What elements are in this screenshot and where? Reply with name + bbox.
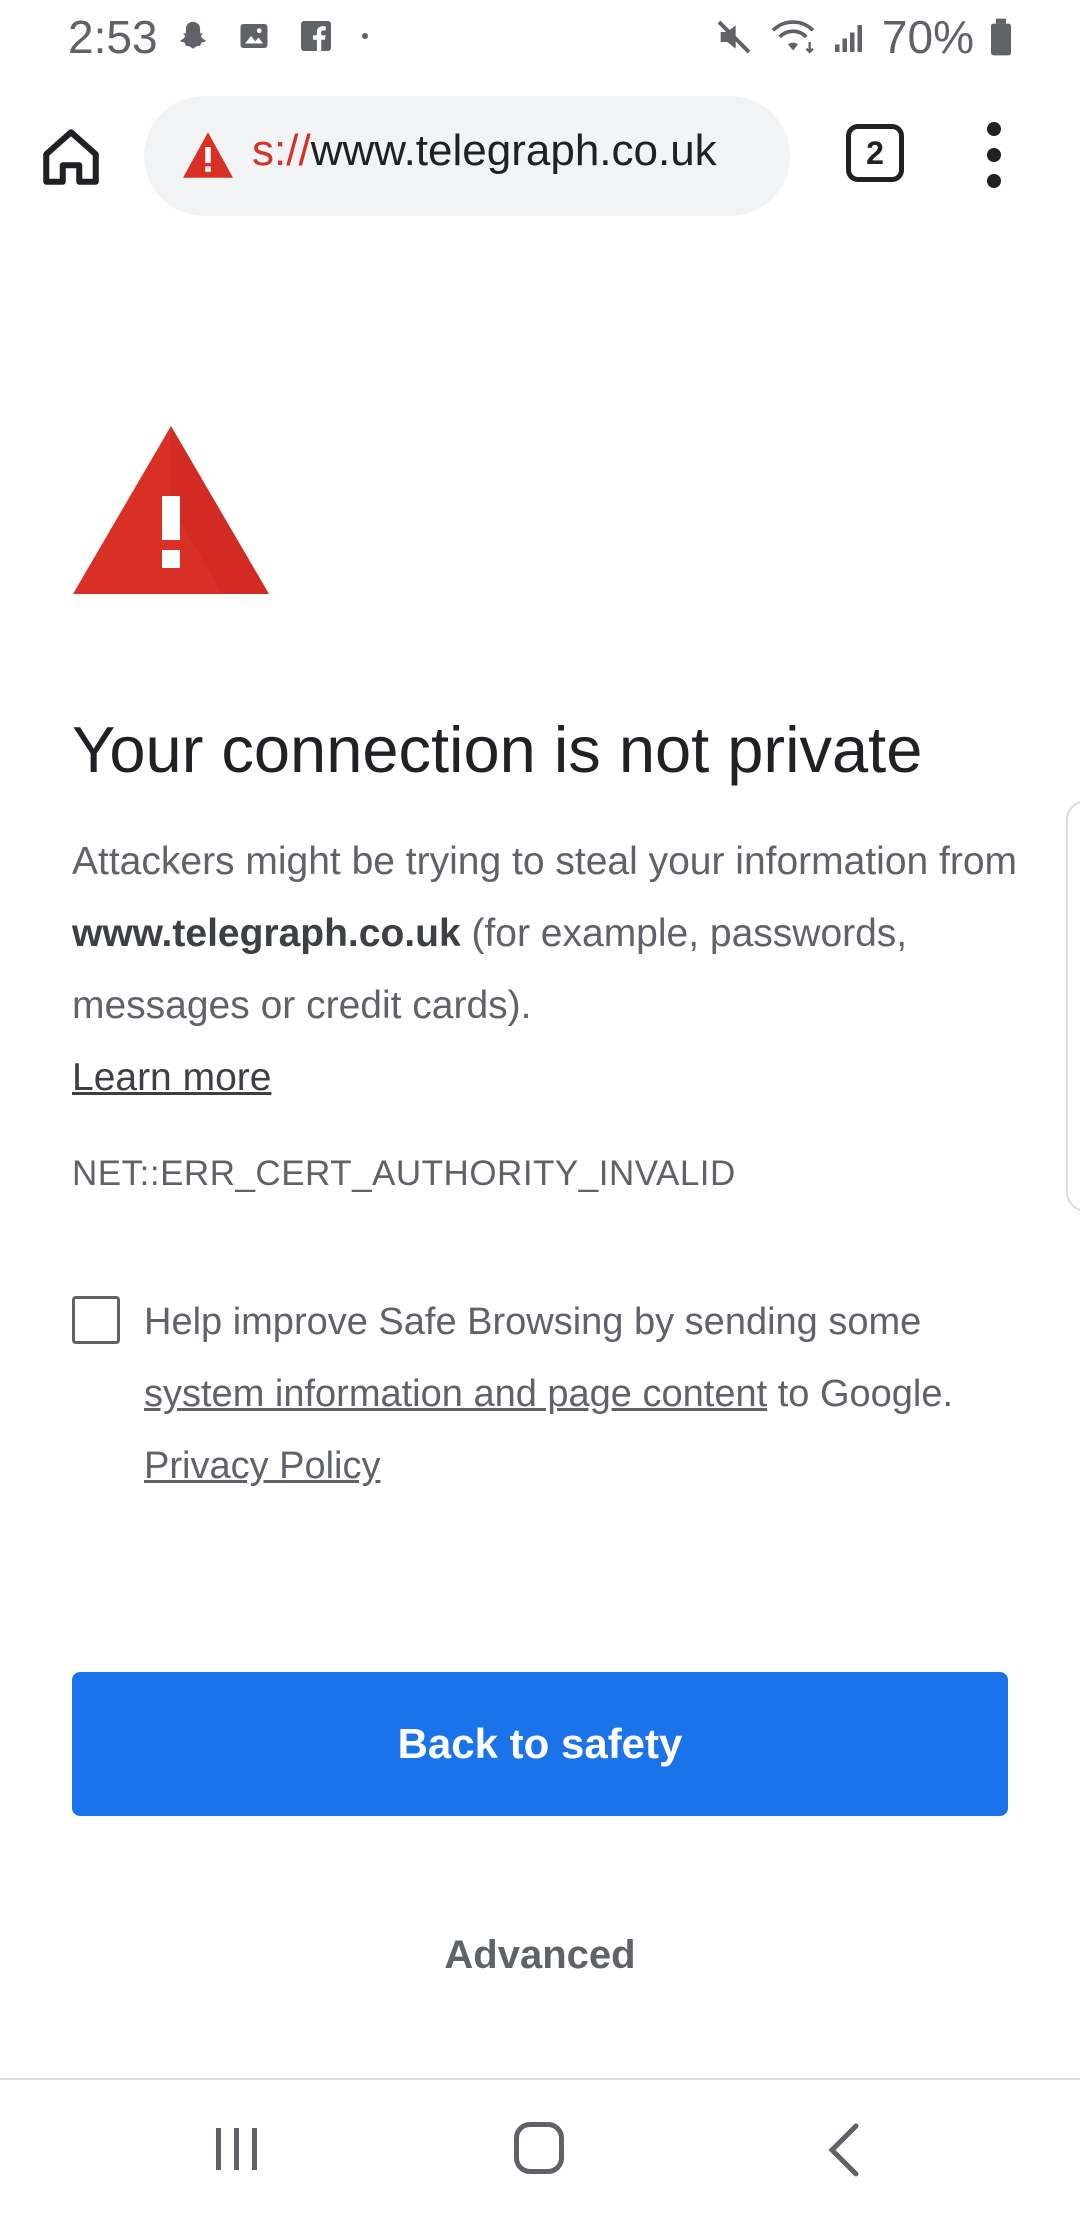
tab-switcher-button[interactable]: 2 — [846, 124, 904, 182]
safe-browsing-text: Help improve Safe Browsing by sending so… — [144, 1286, 1024, 1502]
advanced-button[interactable]: Advanced — [340, 1920, 740, 1990]
status-time: 2:53 — [68, 11, 158, 63]
url-scheme: s:// — [252, 126, 311, 175]
back-icon[interactable] — [824, 2122, 864, 2178]
error-code: NET::ERR_CERT_AUTHORITY_INVALID — [72, 1154, 736, 1193]
browser-toolbar: s://www.telegraph.co.uk 2 — [0, 90, 1080, 220]
battery-percent: 70% — [881, 11, 974, 63]
home-icon[interactable] — [38, 124, 104, 190]
facebook-icon — [301, 21, 331, 51]
nav-home-icon[interactable] — [514, 2122, 564, 2174]
learn-more-link[interactable]: Learn more — [72, 1056, 271, 1099]
page-title: Your connection is not private — [72, 713, 923, 786]
url-text[interactable]: s://www.telegraph.co.uk — [252, 126, 717, 176]
safe-browsing-checkbox[interactable] — [72, 1296, 120, 1344]
not-secure-warning-icon[interactable] — [180, 130, 236, 180]
privacy-policy-link[interactable]: Privacy Policy — [144, 1445, 381, 1487]
notification-icons — [176, 18, 370, 54]
recents-icon[interactable] — [214, 2124, 260, 2174]
site-name: www.telegraph.co.uk — [72, 912, 461, 955]
address-bar[interactable]: s://www.telegraph.co.uk — [144, 96, 790, 216]
signal-icon — [834, 25, 862, 52]
snapchat-icon — [180, 21, 206, 49]
edge-panel-handle[interactable] — [1066, 800, 1080, 1212]
warning-triangle-icon — [73, 426, 269, 594]
back-to-safety-button[interactable]: Back to safety — [72, 1672, 1008, 1816]
navigation-bar — [0, 2080, 1080, 2220]
system-icons: 70% — [714, 10, 1014, 64]
dot-icon — [362, 33, 368, 39]
explanation-before: Attackers might be trying to steal your … — [72, 840, 1018, 883]
tab-count: 2 — [866, 134, 884, 171]
wifi-icon — [771, 20, 815, 54]
gallery-icon — [240, 24, 268, 48]
overflow-menu-icon[interactable] — [974, 120, 1014, 190]
safe-browsing-text-before: Help improve Safe Browsing by sending so… — [144, 1301, 922, 1343]
battery-icon — [991, 18, 1011, 56]
explanation-text: Attackers might be trying to steal your … — [72, 826, 1022, 1114]
mute-icon — [717, 20, 751, 54]
system-info-link[interactable]: system information and page content — [144, 1373, 767, 1415]
safe-browsing-text-after: to Google. — [767, 1373, 954, 1415]
status-bar: 2:53 70% — [0, 0, 1080, 76]
url-host: www.telegraph.co.uk — [310, 126, 717, 175]
